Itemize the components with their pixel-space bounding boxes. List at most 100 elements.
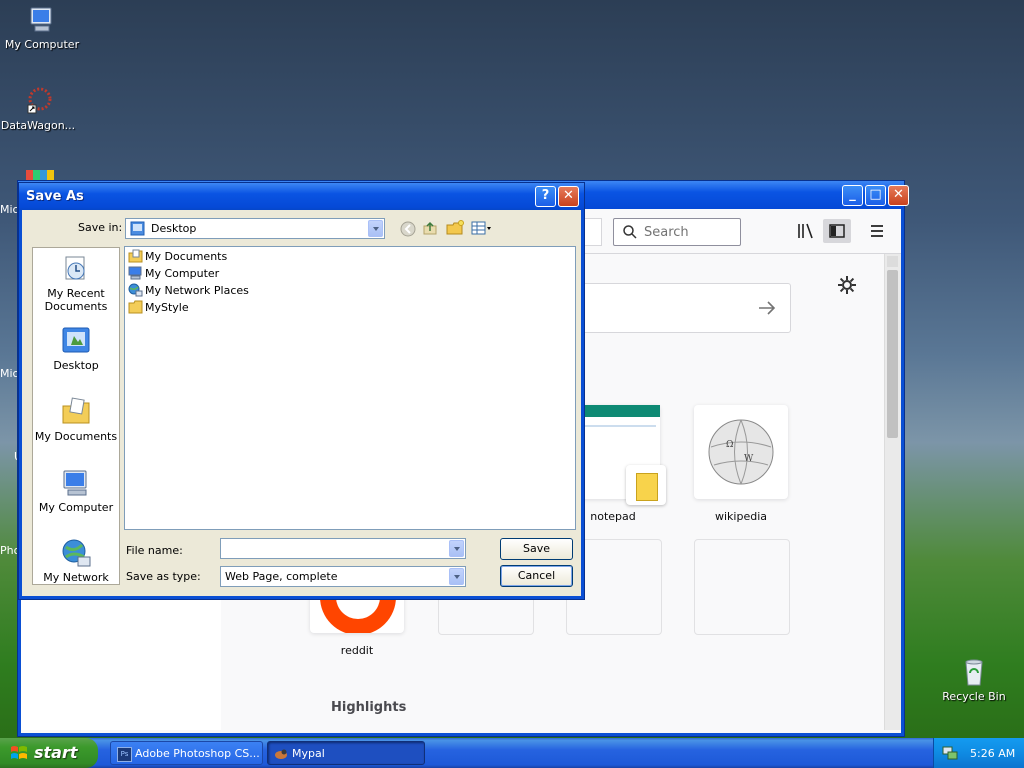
desktop-icon [62, 327, 90, 353]
notepad-icon [636, 473, 658, 501]
places-bar: My Recent Documents Desktop My Documents [32, 247, 120, 585]
desktop-icon [130, 221, 145, 236]
system-tray: 5:26 AM [933, 738, 1024, 768]
start-label: start [34, 743, 78, 762]
arrow-right-icon [759, 301, 776, 315]
list-item[interactable]: My Computer [128, 266, 219, 282]
computer-icon [63, 470, 87, 496]
notepad-icon-badge [626, 465, 666, 505]
dialog-title: Save As [26, 189, 84, 204]
search-icon [623, 225, 637, 239]
place-label: My Network [43, 571, 109, 584]
scroll-up-arrow[interactable] [887, 256, 898, 267]
search-placeholder: Search [644, 225, 689, 240]
place-my-recent-documents[interactable]: My Recent Documents [33, 253, 119, 313]
place-my-network[interactable]: My Network [33, 537, 119, 584]
save-as-type-label: Save as type: [126, 570, 201, 583]
task-photoshop[interactable]: Ps Adobe Photoshop CS... [110, 741, 263, 765]
windows-logo-icon [11, 746, 27, 759]
place-label: My Recent Documents [44, 287, 108, 313]
task-label: Adobe Photoshop CS... [135, 747, 260, 760]
list-item[interactable]: My Documents [128, 249, 227, 265]
network-tray-icon[interactable] [942, 745, 958, 761]
partial-desktop-label: Mic [0, 367, 19, 380]
save-in-label: Save in: [78, 221, 123, 234]
file-name: MyStyle [145, 301, 189, 314]
mypal-icon [275, 749, 287, 759]
file-name-field[interactable] [220, 538, 466, 559]
save-as-dialog: Save As ? ✕ Save in: Desktop My Recent D… [19, 183, 584, 599]
recent-documents-icon [65, 256, 85, 280]
dialog-titlebar: Save As ? ✕ [19, 183, 584, 210]
library-icon[interactable] [793, 219, 819, 243]
save-button[interactable]: Save [500, 538, 573, 560]
maximize-button[interactable]: □ [865, 185, 886, 206]
page-search-box[interactable] [581, 283, 791, 333]
documents-folder-icon [62, 397, 90, 424]
up-folder-icon[interactable] [422, 220, 438, 236]
save-in-dropdown[interactable]: Desktop [125, 218, 385, 239]
desktop-icon-label: My Computer [4, 38, 80, 51]
file-name: My Network Places [145, 284, 249, 297]
chevron-down-icon[interactable] [368, 220, 383, 237]
taskbar: start Ps Adobe Photoshop CS... Mypal 5:2… [0, 738, 1024, 768]
scroll-thumb[interactable] [887, 270, 898, 438]
back-icon[interactable] [400, 221, 416, 237]
top-site-tile-wikipedia[interactable]: Ω W [694, 405, 788, 499]
desktop-icon-recycle-bin[interactable]: Recycle Bin [932, 656, 1016, 703]
clock: 5:26 AM [970, 747, 1016, 760]
place-label: Desktop [53, 359, 99, 372]
documents-folder-icon [128, 249, 143, 263]
desktop-icon-label: Recycle Bin [942, 690, 1006, 703]
wikipedia-globe-icon: Ω W [708, 419, 774, 485]
new-folder-icon[interactable] [446, 220, 464, 236]
list-item[interactable]: MyStyle [128, 300, 189, 316]
empty-tile [694, 539, 790, 635]
place-label: My Computer [38, 501, 114, 514]
task-label: Mypal [292, 747, 325, 760]
place-my-computer[interactable]: My Computer [33, 467, 119, 514]
sidebar-toggle-button[interactable] [823, 219, 851, 243]
folder-icon [128, 300, 143, 314]
svg-text:W: W [744, 454, 754, 464]
file-name: My Computer [145, 267, 220, 280]
page-scrollbar[interactable] [884, 254, 901, 730]
chevron-down-icon[interactable] [449, 568, 464, 585]
svg-text:Ω: Ω [726, 440, 733, 450]
highlights-heading: Highlights [331, 700, 407, 715]
chevron-down-icon[interactable] [449, 540, 464, 557]
network-icon [128, 283, 143, 297]
start-button[interactable]: start [0, 738, 98, 768]
recycle-bin-icon [965, 659, 983, 686]
task-mypal[interactable]: Mypal [267, 741, 425, 765]
tile-label: reddit [340, 644, 374, 657]
close-button[interactable]: ✕ [558, 186, 579, 207]
list-item[interactable]: My Network Places [128, 283, 249, 299]
minimize-button[interactable]: _ [842, 185, 863, 206]
sidebar-icon [829, 224, 845, 238]
help-button[interactable]: ? [535, 186, 556, 207]
file-list[interactable]: My Documents My Computer My Network Plac… [124, 246, 576, 530]
place-my-documents[interactable]: My Documents [33, 396, 119, 443]
cancel-button[interactable]: Cancel [500, 565, 573, 587]
close-button[interactable]: ✕ [888, 185, 909, 206]
view-menu-icon[interactable] [471, 221, 493, 235]
photoshop-icon: Ps [117, 747, 132, 762]
search-input[interactable]: Search [613, 218, 741, 246]
tile-label: wikipedia [714, 510, 767, 523]
gear-icon[interactable] [837, 275, 857, 295]
desktop-icon-my-computer[interactable]: My Computer [0, 4, 84, 51]
desktop-icon-datawagon[interactable]: DataWagon... [0, 85, 80, 132]
file-name-label: File name: [126, 544, 183, 557]
place-label: My Documents [34, 430, 118, 443]
computer-icon [30, 7, 52, 32]
place-desktop[interactable]: Desktop [33, 325, 119, 372]
save-in-value: Desktop [151, 222, 197, 235]
menu-icon[interactable] [864, 219, 890, 243]
partial-desktop-label: Mic [0, 203, 19, 216]
computer-icon [128, 266, 142, 280]
desktop-icon-label: DataWagon... [0, 119, 76, 132]
save-as-type-dropdown[interactable]: Web Page, complete [220, 566, 466, 587]
datawagon-icon [27, 87, 52, 114]
save-as-type-value: Web Page, complete [225, 570, 338, 583]
